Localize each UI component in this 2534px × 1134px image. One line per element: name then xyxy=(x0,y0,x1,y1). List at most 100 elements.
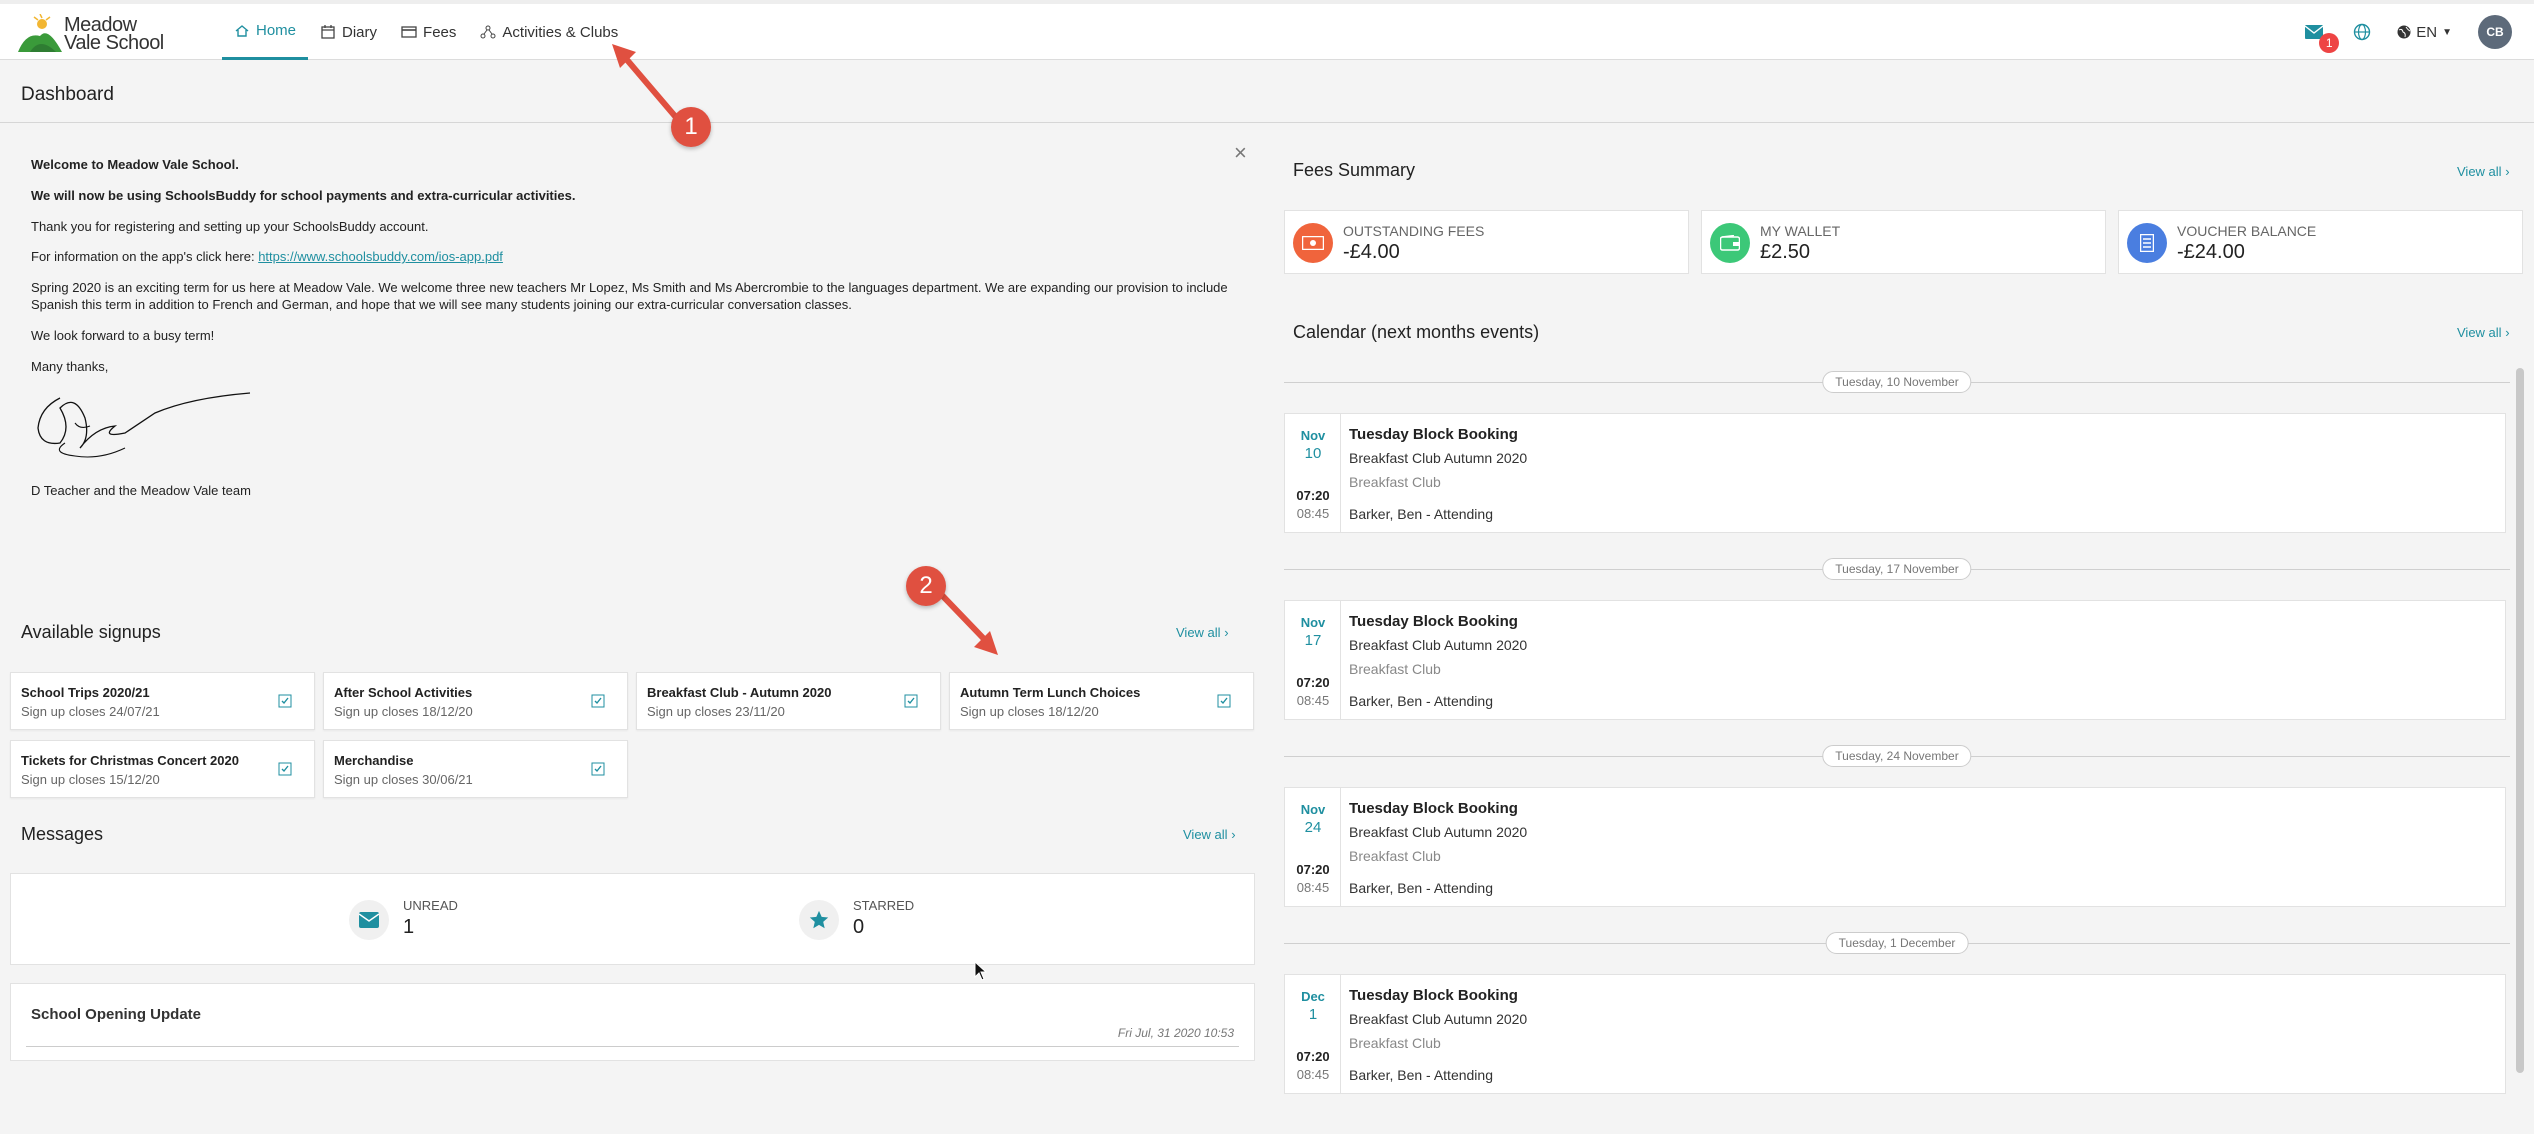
event-end-time: 08:45 xyxy=(1296,880,1330,895)
date-pill: Tuesday, 17 November xyxy=(1822,558,1972,580)
calendar-event[interactable]: Dec 1 07:20 08:45 Tuesday Block Booking … xyxy=(1284,974,2506,1094)
date-pill: Tuesday, 1 December xyxy=(1825,932,1969,954)
signups-view-all-link[interactable]: View all › xyxy=(1176,625,1229,640)
divider xyxy=(26,1046,1239,1047)
nav-item-diary[interactable]: Diary xyxy=(308,4,389,60)
signup-subtitle: Sign up closes 30/06/21 xyxy=(334,772,473,787)
signup-subtitle: Sign up closes 18/12/20 xyxy=(960,704,1099,719)
signup-subtitle: Sign up closes 18/12/20 xyxy=(334,704,473,719)
messages-title: Messages xyxy=(21,824,104,844)
calendar-date-separator: Tuesday, 10 November xyxy=(1284,371,2510,393)
checkbox-icon xyxy=(591,694,605,708)
caret-down-icon: ▼ xyxy=(2442,26,2452,38)
event-attendee: Barker, Ben - Attending xyxy=(1349,880,1493,896)
divider xyxy=(0,122,2534,123)
unread-count: 1 xyxy=(403,916,415,938)
chevron-right-icon: › xyxy=(2505,164,2510,179)
starred-label: STARRED xyxy=(853,898,915,913)
nav-item-home[interactable]: Home xyxy=(222,4,309,60)
envelope-icon xyxy=(349,900,389,940)
my-wallet-card[interactable]: MY WALLET £2.50 xyxy=(1701,210,2106,274)
event-end-time: 08:45 xyxy=(1296,506,1330,521)
fee-value: £2.50 xyxy=(1760,241,1811,263)
event-month: Nov xyxy=(1300,428,1326,443)
welcome-panel: × Welcome to Meadow Vale School. We will… xyxy=(10,130,1255,540)
calendar-view-all-link[interactable]: View all › xyxy=(2457,325,2510,340)
star-icon xyxy=(799,900,839,940)
welcome-line: Spring 2020 is an exciting term for us h… xyxy=(31,280,1228,312)
logo-line-2: Vale School xyxy=(64,32,164,54)
chevron-right-icon: › xyxy=(2505,325,2510,340)
signup-card[interactable]: School Trips 2020/21 Sign up closes 24/0… xyxy=(10,672,315,730)
welcome-line: Many thanks, xyxy=(31,359,109,374)
signup-card[interactable]: Breakfast Club - Autumn 2020 Sign up clo… xyxy=(636,672,941,730)
event-attendee: Barker, Ben - Attending xyxy=(1349,506,1493,522)
link-prefix: For information on the app's click here: xyxy=(31,249,259,264)
view-all-label: View all xyxy=(1183,827,1228,842)
calendar-date-separator: Tuesday, 1 December xyxy=(1284,932,2510,954)
user-avatar[interactable]: CB xyxy=(2478,15,2512,49)
event-end-time: 08:45 xyxy=(1296,693,1330,708)
welcome-line: Thank you for registering and setting up… xyxy=(31,219,429,234)
event-subtitle: Breakfast Club Autumn 2020 xyxy=(1349,1011,1528,1027)
welcome-line: Welcome to Meadow Vale School. xyxy=(31,157,239,172)
calendar-date-separator: Tuesday, 24 November xyxy=(1284,745,2510,767)
language-selector[interactable]: EN ▼ xyxy=(2397,24,2452,41)
messages-view-all-link[interactable]: View all › xyxy=(1183,827,1236,842)
event-day: 10 xyxy=(1304,445,1322,462)
event-day: 24 xyxy=(1304,819,1322,836)
event-title: Tuesday Block Booking xyxy=(1349,426,1518,443)
event-subtitle: Breakfast Club Autumn 2020 xyxy=(1349,637,1528,653)
event-date-column: Nov 17 07:20 08:45 xyxy=(1285,601,1341,719)
calendar-event[interactable]: Nov 10 07:20 08:45 Tuesday Block Booking… xyxy=(1284,413,2506,533)
calendar-scrollbar[interactable] xyxy=(2516,368,2524,1073)
view-all-label: View all xyxy=(2457,164,2502,179)
calendar-date-separator: Tuesday, 17 November xyxy=(1284,558,2510,580)
outstanding-fees-card[interactable]: OUTSTANDING FEES -£4.00 xyxy=(1284,210,1689,274)
fee-value: -£4.00 xyxy=(1343,241,1400,263)
event-attendee: Barker, Ben - Attending xyxy=(1349,1067,1493,1083)
fees-title: Fees Summary xyxy=(1293,160,1416,180)
event-start-time: 07:20 xyxy=(1296,675,1330,690)
calendar-event[interactable]: Nov 24 07:20 08:45 Tuesday Block Booking… xyxy=(1284,787,2506,907)
nav-item-label: Home xyxy=(256,22,297,39)
globe-solid-icon xyxy=(2397,25,2411,39)
globe-icon[interactable] xyxy=(2353,23,2371,41)
event-day: 1 xyxy=(1308,1006,1318,1023)
annotation-marker-1: 1 xyxy=(671,107,711,147)
signature-image xyxy=(37,392,251,458)
signup-card[interactable]: Merchandise Sign up closes 30/06/21 xyxy=(323,740,628,798)
event-club: Breakfast Club xyxy=(1349,1035,1441,1051)
starred-count: 0 xyxy=(853,916,865,938)
date-pill: Tuesday, 24 November xyxy=(1822,745,1972,767)
main-nav: Home Diary Fees Activities & Clubs xyxy=(222,4,630,60)
signup-title: Autumn Term Lunch Choices xyxy=(960,685,1141,700)
chevron-right-icon: › xyxy=(1231,827,1236,842)
view-all-label: View all xyxy=(1176,625,1221,640)
signup-card[interactable]: After School Activities Sign up closes 1… xyxy=(323,672,628,730)
network-icon xyxy=(480,25,496,39)
event-month: Nov xyxy=(1300,802,1326,817)
school-logo[interactable]: Meadow Vale School xyxy=(18,14,168,54)
signup-title: Tickets for Christmas Concert 2020 xyxy=(21,753,239,768)
signup-subtitle: Sign up closes 24/07/21 xyxy=(21,704,160,719)
event-start-time: 07:20 xyxy=(1296,1049,1330,1064)
signup-card[interactable]: Tickets for Christmas Concert 2020 Sign … xyxy=(10,740,315,798)
voucher-balance-card[interactable]: VOUCHER BALANCE -£24.00 xyxy=(2118,210,2523,274)
message-date: Fri Jul, 31 2020 10:53 xyxy=(1117,1026,1234,1040)
signup-subtitle: Sign up closes 15/12/20 xyxy=(21,772,160,787)
wallet-icon xyxy=(1710,223,1750,263)
nav-item-fees[interactable]: Fees xyxy=(389,4,468,60)
signup-card[interactable]: Autumn Term Lunch Choices Sign up closes… xyxy=(949,672,1254,730)
checkbox-icon xyxy=(1217,694,1231,708)
calendar-event[interactable]: Nov 17 07:20 08:45 Tuesday Block Booking… xyxy=(1284,600,2506,720)
event-subtitle: Breakfast Club Autumn 2020 xyxy=(1349,450,1528,466)
signup-title: After School Activities xyxy=(334,685,473,700)
messages-button[interactable]: 1 xyxy=(2305,21,2340,53)
logo-text: Meadow Vale School xyxy=(64,15,164,54)
signup-title: School Trips 2020/21 xyxy=(21,685,150,700)
fees-view-all-link[interactable]: View all › xyxy=(2457,164,2510,179)
message-item[interactable]: School Opening Update Fri Jul, 31 2020 1… xyxy=(10,983,1255,1061)
app-info-link[interactable]: https://www.schoolsbuddy.com/ios-app.pdf xyxy=(258,249,503,264)
event-attendee: Barker, Ben - Attending xyxy=(1349,693,1493,709)
